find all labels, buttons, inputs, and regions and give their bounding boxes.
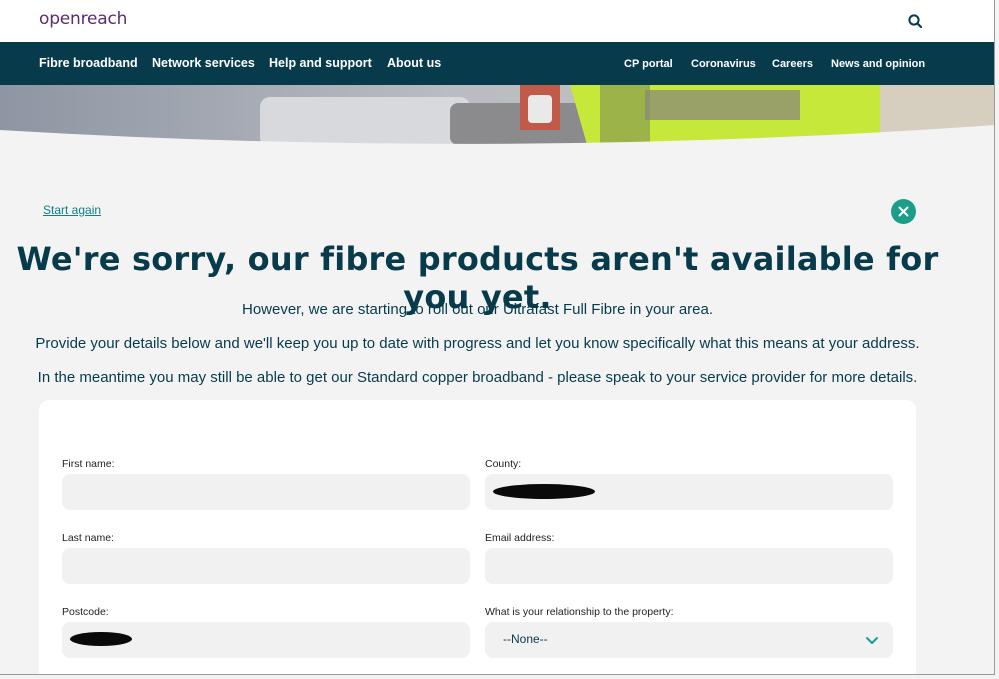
- hero-banner-image: [0, 85, 994, 155]
- details-form: First name: Last name: Postcode: County:…: [39, 400, 916, 674]
- intro-paragraph-2: Provide your details below and we'll kee…: [35, 335, 920, 352]
- last-name-field[interactable]: [62, 548, 470, 584]
- relationship-select[interactable]: --None--: [485, 622, 893, 658]
- search-icon[interactable]: [905, 11, 925, 31]
- nav-fibre-broadband[interactable]: Fibre broadband: [39, 56, 138, 70]
- nav-news-and-opinion[interactable]: News and opinion: [831, 58, 925, 70]
- nav-about-us[interactable]: About us: [387, 56, 441, 70]
- county-field[interactable]: [485, 474, 893, 510]
- openreach-logo[interactable]: openreach: [39, 9, 127, 29]
- close-icon[interactable]: [891, 199, 916, 224]
- browser-viewport: openreach Fibre broadband Network servic…: [0, 0, 995, 675]
- nav-cp-portal[interactable]: CP portal: [624, 58, 673, 70]
- chevron-down-icon: [865, 634, 879, 646]
- nav-coronavirus[interactable]: Coronavirus: [691, 58, 756, 70]
- top-header: openreach: [0, 0, 994, 42]
- start-again-link[interactable]: Start again: [43, 203, 101, 217]
- nav-help-and-support[interactable]: Help and support: [269, 56, 372, 70]
- relationship-label: What is your relationship to the propert…: [485, 606, 674, 618]
- intro-paragraph-3: In the meantime you may still be able to…: [37, 369, 918, 386]
- first-name-field[interactable]: [62, 474, 470, 510]
- postcode-field[interactable]: [62, 622, 470, 658]
- county-label: County:: [485, 458, 522, 470]
- relationship-selected-value: --None--: [503, 632, 548, 646]
- email-label: Email address:: [485, 532, 555, 544]
- last-name-label: Last name:: [62, 532, 114, 544]
- main-navigation: Fibre broadband Network services Help an…: [0, 42, 994, 85]
- intro-paragraph-1: However, we are starting to roll out our…: [241, 301, 714, 318]
- redacted-postcode: [70, 632, 132, 646]
- first-name-label: First name:: [62, 458, 115, 470]
- nav-careers[interactable]: Careers: [772, 58, 813, 70]
- redacted-county: [493, 484, 595, 499]
- nav-network-services[interactable]: Network services: [152, 56, 255, 70]
- postcode-label: Postcode:: [62, 606, 109, 618]
- email-field[interactable]: [485, 548, 893, 584]
